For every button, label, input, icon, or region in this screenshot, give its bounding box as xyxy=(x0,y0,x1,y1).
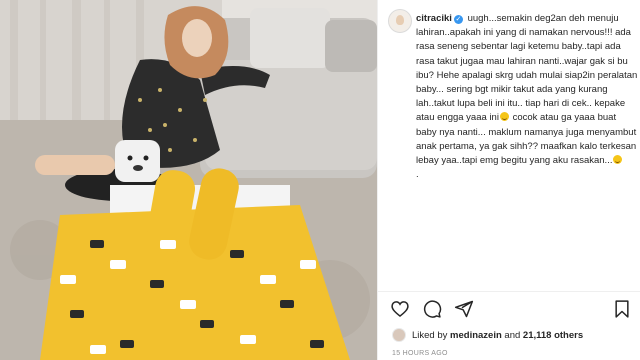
share-icon[interactable] xyxy=(454,299,474,319)
face-emoji-icon xyxy=(499,112,509,122)
post-timestamp[interactable]: 15 HOURS AGO xyxy=(392,350,448,357)
heart-icon[interactable] xyxy=(390,299,410,319)
likes-conjunction: and xyxy=(504,329,521,341)
username-link[interactable]: citraciki xyxy=(416,13,452,24)
post-photo-illustration xyxy=(0,0,377,360)
grin-emoji-icon xyxy=(613,155,623,165)
post-photo[interactable] xyxy=(0,0,377,360)
divider xyxy=(378,291,640,292)
liker-avatar[interactable] xyxy=(392,328,406,342)
liker-username[interactable]: medinazein xyxy=(450,330,502,341)
post-panel: citraciki ✓ uugh...semakin deg2an deh men… xyxy=(377,0,640,360)
likes-count[interactable]: 21,118 others xyxy=(523,330,583,341)
post-header xyxy=(388,9,412,33)
caption-text-part1: uugh...semakin deg2an deh menuju lahiran… xyxy=(416,13,640,124)
verified-badge-icon: ✓ xyxy=(453,15,463,24)
likes-row: Liked by medinazein and 21,118 others xyxy=(392,328,583,342)
likes-prefix: Liked by xyxy=(412,329,448,341)
post-caption: citraciki ✓ uugh...semakin deg2an deh men… xyxy=(416,12,638,182)
action-bar xyxy=(388,299,633,321)
bookmark-icon[interactable] xyxy=(612,299,632,319)
caption-text-part3: . xyxy=(416,169,419,181)
profile-avatar[interactable] xyxy=(388,9,412,33)
comment-icon[interactable] xyxy=(422,299,442,319)
